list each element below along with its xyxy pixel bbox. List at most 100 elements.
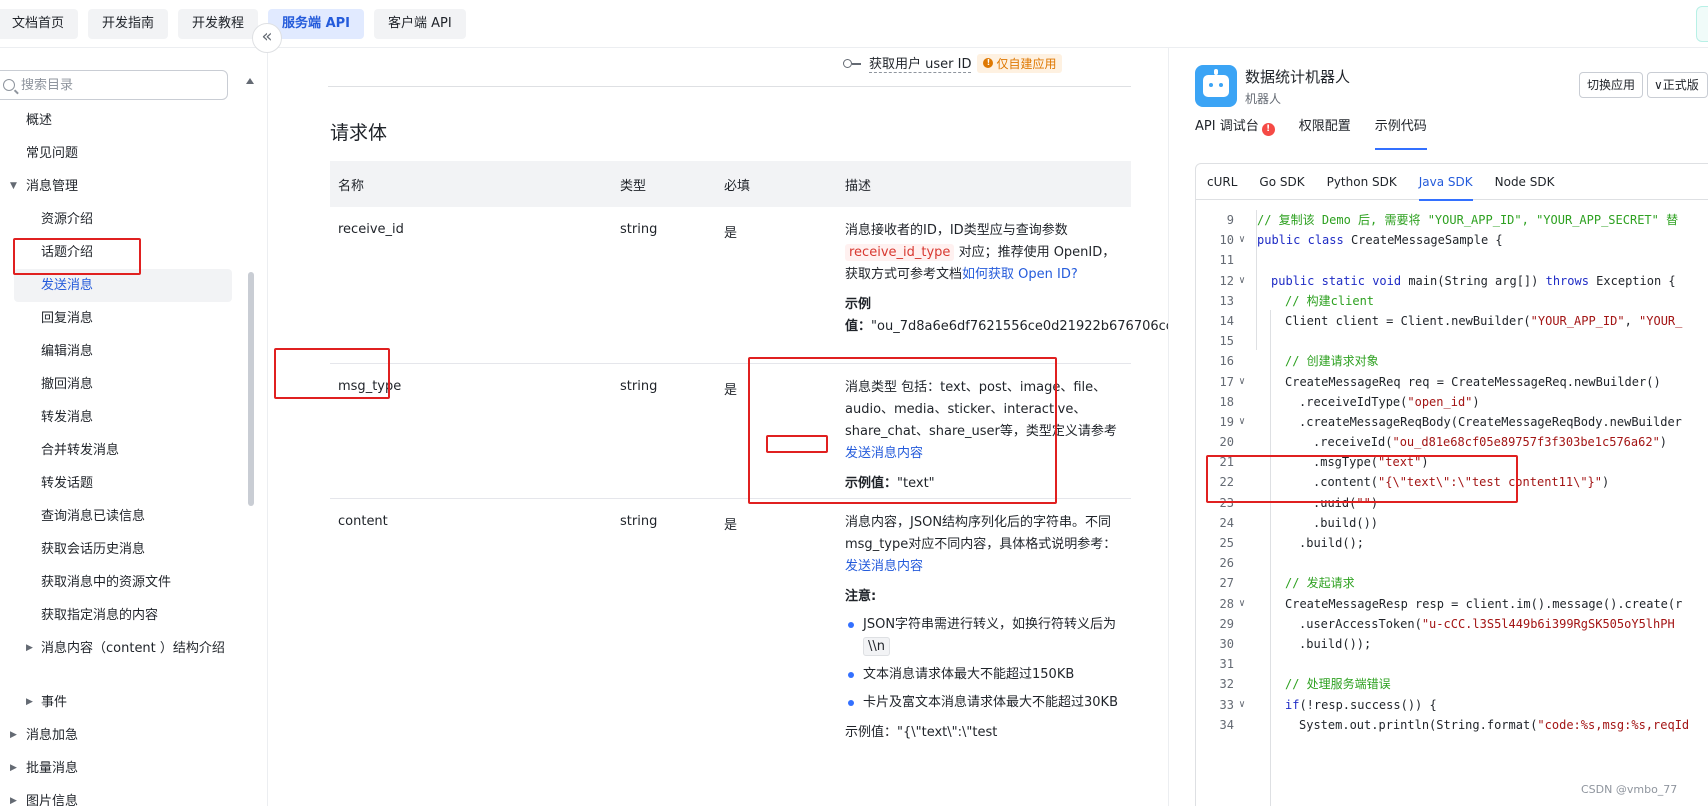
sidebar-item-label: 话题介绍 xyxy=(41,245,94,260)
line-number: 14 xyxy=(1219,313,1234,328)
tab-dev-tutorial[interactable]: 开发教程 xyxy=(178,8,259,39)
app-type: 机器人 xyxy=(1245,92,1282,106)
code-line: 30 .build()); xyxy=(1196,634,1708,654)
watermark: CSDN @vmbo_77 xyxy=(1581,783,1678,796)
user-id-permission: 获取用户 user ID ! 仅自建应用 xyxy=(843,53,1063,73)
search-input[interactable] xyxy=(21,77,201,93)
sidebar-item[interactable]: ▶ 消息内容（content ）结构介绍 xyxy=(0,632,240,686)
corner-widget[interactable] xyxy=(1696,6,1708,42)
code-text: // 构建client xyxy=(1285,293,1375,308)
code-line: 33 ∨ if(!resp.success()) { xyxy=(1196,695,1708,715)
fold-chevron-icon[interactable]: ∨ xyxy=(1239,372,1245,392)
sidebar-item[interactable]: 获取指定消息的内容 xyxy=(0,599,240,632)
sidebar-item[interactable]: 编辑消息 xyxy=(0,335,240,368)
line-number: 28 xyxy=(1219,596,1234,611)
caret-down-icon[interactable]: ▼ xyxy=(10,170,17,203)
directory-tree: 概述常见问题 ▼ 消息管理资源介绍话题介绍发送消息回复消息编辑消息 撤回消息 转发消息合… xyxy=(0,104,240,806)
fold-chevron-icon[interactable]: ∨ xyxy=(1239,695,1245,715)
tab-java-sdk[interactable]: Java SDK xyxy=(1418,164,1473,201)
line-number: 23 xyxy=(1219,495,1234,510)
switch-app-button[interactable]: 切换应用 xyxy=(1579,72,1644,98)
table-header: 名称 类型 必填 描述 xyxy=(330,161,1131,207)
line-number: 25 xyxy=(1219,536,1234,550)
sidebar-item[interactable]: 转发话题 xyxy=(0,467,240,500)
caret-right-icon[interactable]: ▶ xyxy=(26,638,33,659)
tab-python-sdk[interactable]: Python SDK xyxy=(1327,164,1397,200)
sidebar-item[interactable]: 获取消息中的资源文件 xyxy=(0,566,240,599)
sidebar-item[interactable]: 资源介绍 xyxy=(0,203,240,236)
search-box[interactable] xyxy=(0,70,228,100)
tab-dev-guide[interactable]: 开发指南 xyxy=(88,8,169,39)
sidebar-item[interactable]: ▶ 批量消息 xyxy=(0,752,240,785)
code-text: .build()); xyxy=(1299,636,1372,651)
code-editor[interactable]: 9 // 复制该 Demo 后, 需要将 "YOUR_APP_ID", "YOUR… xyxy=(1196,210,1708,735)
code-text: .build(); xyxy=(1299,536,1365,550)
send-message-content-link[interactable]: 发送消息内容 xyxy=(845,446,923,461)
param-desc: 消息内容，JSON结构序列化后的字符串。不同msg_type对应不同内容，具体格… xyxy=(837,499,1131,759)
sidebar-item[interactable]: ▼ 消息管理 xyxy=(0,170,240,203)
tab-api-console[interactable]: API 调试台! xyxy=(1195,118,1275,148)
code-text: .receiveIdType("open_id") xyxy=(1299,394,1480,409)
sidebar-item[interactable]: 概述 xyxy=(0,104,240,137)
code-line: 13 // 构建client xyxy=(1196,291,1708,311)
param-name: receive_id xyxy=(338,222,404,237)
sidebar-item-label: 概述 xyxy=(26,113,53,128)
open-id-link[interactable]: 如何获取 Open ID? xyxy=(962,267,1078,282)
environment-select[interactable]: ∨正式版 xyxy=(1647,72,1708,98)
sidebar-item[interactable]: 回复消息 xyxy=(0,302,240,335)
chevron-down-icon: ∨ xyxy=(1654,78,1663,92)
line-number: 9 xyxy=(1226,213,1234,227)
sidebar-item-label: 事件 xyxy=(41,695,68,710)
note-list: JSON字符串需进行转义，如换行符转义后为 \\n 文本消息请求体最大不能超过1… xyxy=(845,614,1121,714)
code-line: 16 // 创建请求对象 xyxy=(1196,351,1708,371)
code-text: if(!resp.success()) { xyxy=(1285,697,1437,712)
param-required: 是 xyxy=(724,383,738,398)
sidebar-item[interactable]: 话题介绍 xyxy=(0,236,240,269)
code-line: 32 // 处理服务端错误 xyxy=(1196,674,1708,694)
caret-right-icon[interactable]: ▶ xyxy=(10,785,17,806)
param-desc: 消息接收者的ID，ID类型应与查询参数 receive_id_type 对应；推… xyxy=(837,207,1168,363)
send-message-content-link[interactable]: 发送消息内容 xyxy=(845,559,923,574)
code-line: 25 .build(); xyxy=(1196,533,1708,553)
tab-sample-code[interactable]: 示例代码 xyxy=(1374,118,1427,150)
caret-right-icon[interactable]: ▶ xyxy=(10,752,17,785)
robot-avatar-icon xyxy=(1195,65,1237,107)
tab-doc-home[interactable]: 文档首页 xyxy=(0,8,79,39)
tab-curl[interactable]: cURL xyxy=(1207,164,1237,200)
param-type: string xyxy=(620,514,658,529)
sidebar-item[interactable]: 常见问题 xyxy=(0,137,240,170)
fold-chevron-icon[interactable]: ∨ xyxy=(1239,230,1245,250)
collapse-sidebar-icon[interactable]: « xyxy=(252,23,282,53)
sidebar-item[interactable]: ▶ 图片信息 xyxy=(0,785,240,806)
sidebar-item-label: 查询消息已读信息 xyxy=(41,509,146,524)
tab-node-sdk[interactable]: Node SDK xyxy=(1495,164,1555,200)
tab-client-api[interactable]: 客户端 API xyxy=(374,8,466,39)
tab-go-sdk[interactable]: Go SDK xyxy=(1259,164,1304,200)
sidebar-item[interactable]: 获取会话历史消息 xyxy=(0,533,240,566)
section-title: 请求体 xyxy=(330,122,388,144)
desc-text: 消息接收者的ID，ID类型应与查询参数 xyxy=(845,223,1068,238)
sidebar-item-label: 回复消息 xyxy=(41,311,94,326)
fold-chevron-icon[interactable]: ∨ xyxy=(1239,594,1245,614)
caret-right-icon[interactable]: ▶ xyxy=(26,686,33,719)
header-type: 类型 xyxy=(620,178,647,194)
code-line: 12 ∨ public static void main(String arg[])… xyxy=(1196,271,1708,291)
code-text: .build()) xyxy=(1313,515,1379,530)
tab-permissions[interactable]: 权限配置 xyxy=(1299,118,1351,148)
sidebar-item[interactable]: ▶ 消息加急 xyxy=(0,719,240,752)
sidebar-item-label: 发送消息 xyxy=(41,278,94,293)
sidebar-scrollbar[interactable] xyxy=(248,272,254,506)
sidebar-item[interactable]: 查询消息已读信息 xyxy=(0,500,240,533)
tab-server-api[interactable]: 服务端 API xyxy=(268,8,364,39)
sidebar-item-label: 资源介绍 xyxy=(41,212,94,227)
fold-chevron-icon[interactable]: ∨ xyxy=(1239,412,1245,432)
code-line: 22 .content("{\"text\":\"test content11\"… xyxy=(1196,472,1708,492)
caret-right-icon[interactable]: ▶ xyxy=(10,719,17,752)
sidebar-item[interactable]: 撤回消息 xyxy=(0,368,240,401)
sidebar-item[interactable]: 合并转发消息 xyxy=(0,434,240,467)
fold-chevron-icon[interactable]: ∨ xyxy=(1239,271,1245,291)
user-id-label[interactable]: 获取用户 user ID xyxy=(869,53,972,73)
sidebar-item[interactable]: 转发消息 xyxy=(0,401,240,434)
sidebar-item[interactable]: ▶ 事件 xyxy=(0,686,240,719)
sidebar-item[interactable]: 发送消息 xyxy=(14,269,232,302)
